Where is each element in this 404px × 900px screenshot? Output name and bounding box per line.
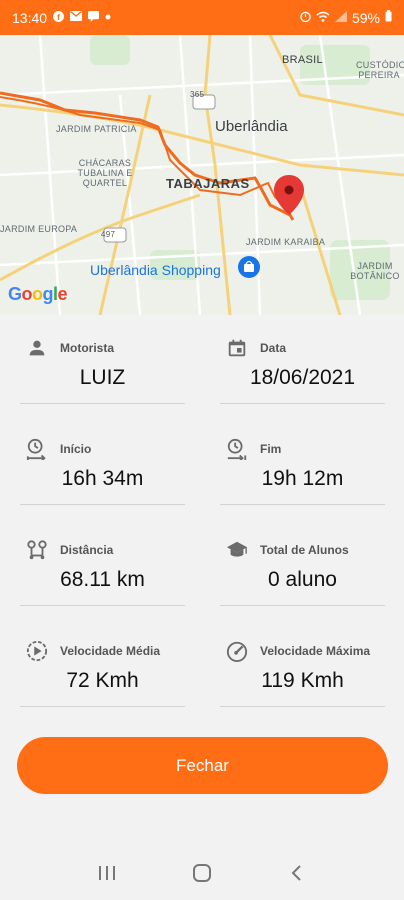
map-label-tabajaras: TABAJARAS xyxy=(166,176,250,191)
signal-icon xyxy=(334,10,347,25)
detail-avg-speed-value: 72 Kmh xyxy=(66,669,139,692)
detail-start-value: 16h 34m xyxy=(61,467,144,490)
shopping-pin-icon xyxy=(238,256,260,278)
facebook-icon: f xyxy=(53,10,65,25)
speedometer-icon xyxy=(226,640,248,662)
google-letter: o xyxy=(21,284,33,304)
detail-avg-speed: Velocidade Média 72 Kmh xyxy=(20,618,185,707)
alarm-icon xyxy=(300,11,311,25)
status-bar: 13:40 f 59% xyxy=(0,0,404,35)
battery-icon xyxy=(385,10,392,25)
detail-date: Data 18/06/2021 xyxy=(220,315,385,404)
detail-distance-value: 68.11 km xyxy=(60,568,145,591)
close-button[interactable]: Fechar xyxy=(17,737,388,794)
svg-text:f: f xyxy=(57,13,60,22)
detail-driver-label: Motorista xyxy=(60,341,114,355)
status-time: 13:40 xyxy=(12,9,48,26)
clock-end-icon xyxy=(226,438,248,460)
google-logo: Google xyxy=(8,284,68,305)
map-label-custodio: CUSTÓDIO PEREIRA xyxy=(356,60,404,80)
clock-start-icon xyxy=(26,438,48,460)
detail-max-speed-value: 119 Kmh xyxy=(261,669,344,692)
system-nav-bar xyxy=(0,845,404,900)
detail-end-label: Fim xyxy=(260,442,282,456)
map-label-jardim-europa: JARDIM EUROPA xyxy=(0,224,78,234)
road-497-label: 497 xyxy=(101,230,116,239)
detail-date-value: 18/06/2021 xyxy=(249,366,356,389)
detail-max-speed: Velocidade Máxima 119 Kmh xyxy=(220,618,385,707)
detail-end: Fim 19h 12m xyxy=(220,416,385,505)
wifi-icon xyxy=(316,11,330,25)
detail-students: Total de Alunos 0 aluno xyxy=(220,517,385,606)
detail-start: Início 16h 34m xyxy=(20,416,185,505)
map-label-uberlandia: Uberlândia xyxy=(215,118,288,135)
graduation-cap-icon xyxy=(226,539,248,561)
map-label-shopping[interactable]: Uberlândia Shopping xyxy=(90,263,221,277)
person-icon xyxy=(26,337,48,359)
map-label-jardim-karaiba: JARDIM KARAIBA xyxy=(246,237,326,247)
recent-apps-icon[interactable] xyxy=(87,853,127,893)
dot-icon xyxy=(105,12,111,23)
google-letter: G xyxy=(8,284,22,304)
map-label-brasil: BRASIL xyxy=(282,54,323,66)
road-365-label: 365 xyxy=(190,90,205,99)
detail-end-value: 19h 12m xyxy=(261,467,344,490)
map-label-jardim-botanico: JARDIM BOTÂNICO xyxy=(350,261,400,281)
status-right: 59% xyxy=(300,10,392,26)
home-icon[interactable] xyxy=(182,853,222,893)
detail-distance-label: Distância xyxy=(60,543,114,557)
detail-max-speed-label: Velocidade Máxima xyxy=(260,644,371,658)
google-letter: g xyxy=(42,284,54,304)
battery-percent: 59% xyxy=(351,9,380,26)
route-icon xyxy=(26,539,48,561)
play-circle-icon xyxy=(26,640,48,662)
google-letter: o xyxy=(32,284,43,304)
route-map[interactable]: BRASIL CUSTÓDIO PEREIRA 365 JARDIM PATRI… xyxy=(0,35,404,315)
detail-students-label: Total de Alunos xyxy=(260,543,349,557)
map-label-chacaras: CHÁCARAS TUBALINA E QUARTEL xyxy=(77,158,133,188)
detail-driver: Motorista LUIZ xyxy=(20,315,185,404)
back-icon[interactable] xyxy=(277,853,317,893)
status-left: 13:40 f xyxy=(12,10,111,26)
detail-date-label: Data xyxy=(260,341,287,355)
detail-start-label: Início xyxy=(60,442,92,456)
map-label-jardim-patricia: JARDIM PATRICIA xyxy=(56,124,137,134)
detail-avg-speed-label: Velocidade Média xyxy=(60,644,161,658)
calendar-icon xyxy=(226,337,248,359)
google-letter: e xyxy=(57,284,68,304)
detail-distance: Distância 68.11 km xyxy=(20,517,185,606)
detail-driver-value: LUIZ xyxy=(79,366,126,389)
mail-icon xyxy=(70,10,83,24)
detail-students-value: 0 aluno xyxy=(268,568,337,591)
message-icon xyxy=(88,10,100,25)
